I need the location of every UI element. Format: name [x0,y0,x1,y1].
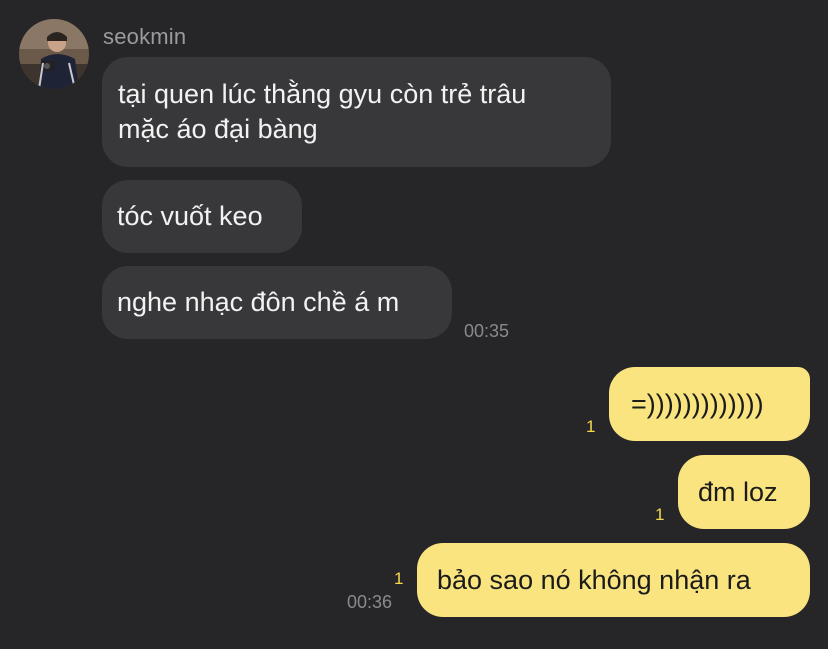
outgoing-message-bubble[interactable]: bảo sao nó không nhận ra [417,543,810,617]
avatar-photo-icon [19,19,89,89]
sender-avatar[interactable] [19,19,89,89]
message-text: tóc vuốt keo [117,201,263,231]
message-text: đm loz [698,477,778,507]
incoming-message-bubble[interactable]: nghe nhạc đôn chề á m [102,266,452,339]
chat-area: seokmin tại quen lúc thằng gyu còn trẻ t… [0,0,828,649]
unread-count: 1 [394,569,404,588]
outgoing-message-bubble[interactable]: =))))))))))))) [609,367,810,441]
unread-count: 1 [655,505,665,524]
message-text: nghe nhạc đôn chề á m [117,287,400,317]
message-timestamp: 00:35 [464,321,510,341]
message-text: bảo sao nó không nhận ra [437,565,751,595]
message-text: =))))))))))))) [631,389,764,419]
sender-name: seokmin [103,24,187,49]
message-timestamp: 00:36 [347,592,393,612]
outgoing-message-bubble[interactable]: đm loz [678,455,810,529]
message-text: tại quen lúc thằng gyu còn trẻ trâu mặc … [118,79,527,144]
unread-count: 1 [586,417,596,436]
incoming-message-bubble[interactable]: tóc vuốt keo [102,180,302,253]
incoming-message-bubble[interactable]: tại quen lúc thằng gyu còn trẻ trâu mặc … [102,57,611,167]
